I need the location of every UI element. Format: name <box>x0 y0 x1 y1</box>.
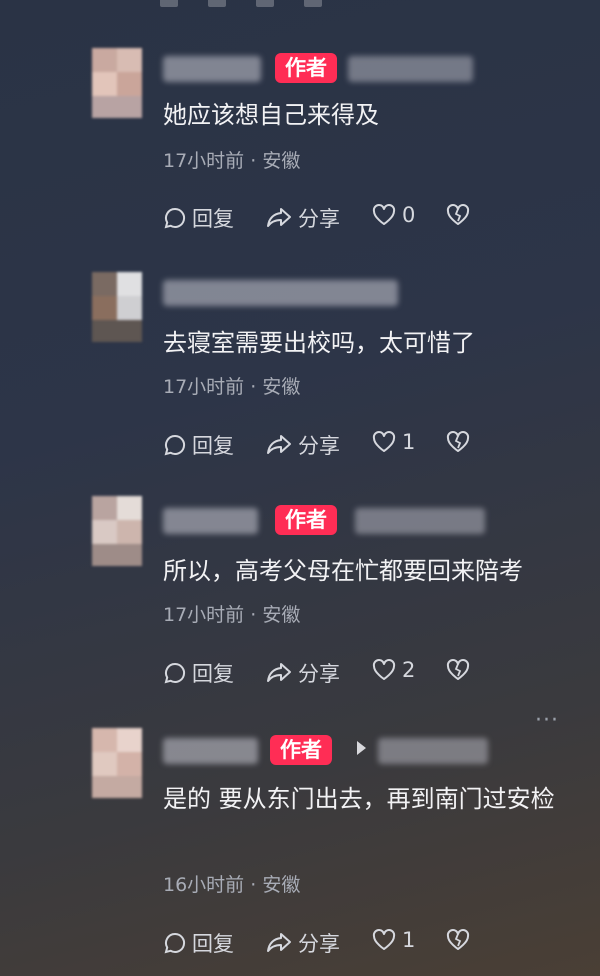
like-button[interactable]: 2 <box>371 658 415 682</box>
reply-icon <box>164 207 186 229</box>
reply-to-arrow-icon <box>357 741 366 755</box>
avatar[interactable] <box>92 496 142 566</box>
user-tag-blurred <box>348 56 473 82</box>
name-row[interactable]: 作者 <box>163 500 583 540</box>
comment-location: 安徽 <box>262 604 301 626</box>
heart-icon <box>372 203 396 225</box>
reply-button[interactable]: 回复 <box>163 928 234 958</box>
share-label: 分享 <box>298 434 340 458</box>
author-badge: 作者 <box>275 53 337 83</box>
comment-time: 17小时前 <box>163 150 245 172</box>
share-label: 分享 <box>298 932 340 956</box>
share-button[interactable]: 分享 <box>265 203 340 233</box>
username-blurred[interactable] <box>163 738 258 764</box>
heart-icon <box>372 658 396 680</box>
user-tag-blurred <box>355 508 485 534</box>
like-count: 2 <box>402 658 416 682</box>
reply-label: 回复 <box>192 932 234 956</box>
comment-location: 安徽 <box>262 376 301 398</box>
meta-separator: · <box>250 376 257 398</box>
reply-button[interactable]: 回复 <box>163 430 234 460</box>
dislike-button[interactable] <box>445 430 471 454</box>
like-count: 1 <box>402 430 416 454</box>
reply-label: 回复 <box>192 662 234 686</box>
like-button[interactable]: 0 <box>371 203 415 227</box>
share-icon <box>267 663 291 682</box>
comment-meta: 17小时前 · 安徽 <box>163 372 300 399</box>
comment-location: 安徽 <box>262 150 301 172</box>
like-button[interactable]: 1 <box>371 928 415 952</box>
reply-label: 回复 <box>192 207 234 231</box>
meta-separator: · <box>250 150 257 172</box>
broken-heart-icon <box>446 203 470 225</box>
comment-meta: 17小时前 · 安徽 <box>163 600 300 627</box>
comment-meta: 16小时前 · 安徽 <box>163 870 300 897</box>
reply-button[interactable]: 回复 <box>163 203 234 233</box>
comment-actions: 回复 分享 0 <box>163 203 583 233</box>
reply-label: 回复 <box>192 434 234 458</box>
comment-text: 是的 要从东门出去，再到南门过安检 <box>163 785 555 813</box>
author-badge: 作者 <box>270 735 332 765</box>
meta-separator: · <box>250 604 257 626</box>
broken-heart-icon <box>446 928 470 950</box>
broken-heart-icon <box>446 658 470 680</box>
comment-time: 17小时前 <box>163 376 245 398</box>
heart-icon <box>372 928 396 950</box>
avatar[interactable] <box>92 48 142 118</box>
meta-separator: · <box>250 874 257 896</box>
reply-icon <box>164 932 186 954</box>
like-count: 0 <box>402 203 416 227</box>
comment-actions: 回复 分享 1 <box>163 430 583 460</box>
name-row[interactable]: 作者 <box>163 48 583 88</box>
comment-location: 安徽 <box>262 874 301 896</box>
heart-icon <box>372 430 396 452</box>
top-truncated-row <box>160 0 460 7</box>
comment-time: 17小时前 <box>163 604 245 626</box>
comment-text: 所以，高考父母在忙都要回来陪考 <box>163 557 523 585</box>
username-blurred[interactable] <box>163 508 258 534</box>
avatar[interactable] <box>92 728 142 798</box>
share-icon <box>267 435 291 454</box>
name-row[interactable] <box>163 272 583 312</box>
reply-button[interactable]: 回复 <box>163 658 234 688</box>
reply-icon <box>164 434 186 456</box>
username-blurred[interactable] <box>163 280 398 306</box>
share-button[interactable]: 分享 <box>265 658 340 688</box>
share-button[interactable]: 分享 <box>265 430 340 460</box>
comment-text: 去寝室需要出校吗，太可惜了 <box>163 329 475 357</box>
share-button[interactable]: 分享 <box>265 928 340 958</box>
more-options-icon[interactable]: ··· <box>535 708 559 733</box>
name-row[interactable]: 作者 ··· <box>163 708 583 770</box>
comment-meta: 17小时前 · 安徽 <box>163 146 300 173</box>
share-label: 分享 <box>298 662 340 686</box>
avatar[interactable] <box>92 272 142 342</box>
reply-to-username-blurred[interactable] <box>378 738 488 764</box>
dislike-button[interactable] <box>445 203 471 227</box>
broken-heart-icon <box>446 430 470 452</box>
comment-text: 她应该想自己来得及 <box>163 101 379 129</box>
comment-actions: 回复 分享 1 <box>163 928 583 958</box>
share-icon <box>267 208 291 227</box>
share-icon <box>267 933 291 952</box>
like-count: 1 <box>402 928 416 952</box>
reply-icon <box>164 662 186 684</box>
comment-actions: 回复 分享 2 <box>163 658 583 688</box>
comment-time: 16小时前 <box>163 874 245 896</box>
username-blurred[interactable] <box>163 56 261 82</box>
author-badge: 作者 <box>275 505 337 535</box>
dislike-button[interactable] <box>445 928 471 952</box>
share-label: 分享 <box>298 207 340 231</box>
like-button[interactable]: 1 <box>371 430 415 454</box>
dislike-button[interactable] <box>445 658 471 682</box>
